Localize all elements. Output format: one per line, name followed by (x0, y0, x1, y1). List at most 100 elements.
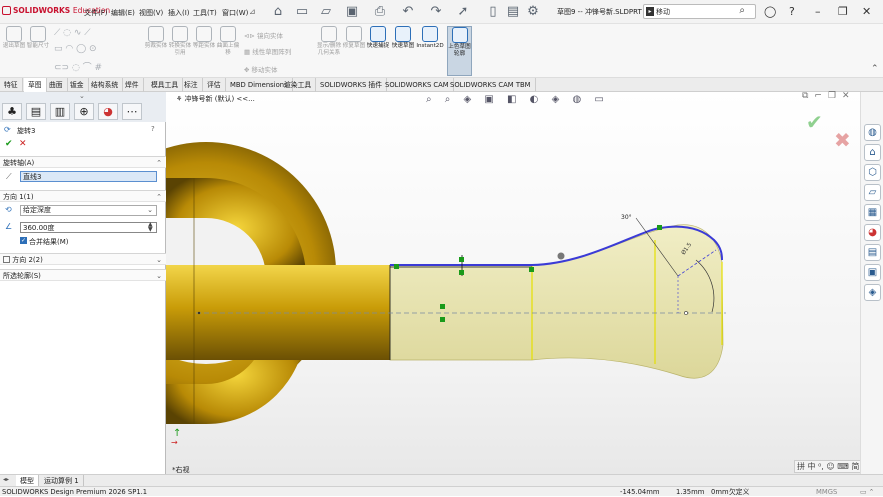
quick-snaps-button[interactable]: 快速捕捉 (366, 26, 390, 50)
dimxpert-tab-icon[interactable]: ⊕ (74, 103, 94, 120)
menu-edit[interactable]: 编辑(E) (111, 8, 135, 18)
tab-3[interactable]: 钣金 (66, 78, 89, 92)
collapse-chevron-icon[interactable]: ⌃ (156, 157, 162, 169)
tab-0[interactable]: 特征 (0, 78, 23, 92)
minimize-icon[interactable]: – (815, 5, 821, 18)
feature-manager-tab-icon[interactable]: ♣ (2, 103, 22, 120)
view-palette-icon[interactable]: ▦ (864, 204, 881, 221)
shaded-sketch-contours-button[interactable]: 上色草图轮廓 (447, 26, 472, 76)
axis-section-header[interactable]: 旋转轴(A) ⌃ (0, 156, 166, 168)
panel-expand-icon[interactable]: ⌄ (79, 92, 85, 100)
file-properties-icon[interactable]: ▤ (505, 4, 521, 20)
file-explorer-icon[interactable]: ▱ (864, 184, 881, 201)
print-icon[interactable]: ⎙ (372, 4, 388, 20)
tab-12[interactable]: SOLIDWORKS CAM (381, 78, 454, 92)
forum-icon[interactable]: ▣ (864, 264, 881, 281)
user-account-icon[interactable]: ◯ (764, 5, 776, 18)
restore-icon[interactable]: ❐ (838, 5, 848, 18)
close-icon[interactable]: ✕ (862, 5, 871, 18)
direction2-checkbox[interactable] (3, 256, 10, 263)
undo-icon[interactable]: ↶ (400, 4, 416, 20)
design-library-icon[interactable]: ⬡ (864, 164, 881, 181)
menu-tools[interactable]: 工具(T) (193, 8, 217, 18)
tab-4[interactable]: 结构系统 (87, 78, 124, 92)
offset-on-surface-button[interactable]: 曲面上偏移 (216, 26, 240, 56)
rebuild-icon[interactable]: ▯ (485, 4, 501, 20)
tab-8[interactable]: 评估 (203, 78, 226, 92)
selected-contours-section-header[interactable]: 所选轮廓(S) ⌄ (0, 269, 166, 281)
property-manager-tab-icon[interactable]: ▤ (26, 103, 46, 120)
end-condition-select[interactable]: 给定深度 ⌄ (20, 205, 157, 216)
exit-sketch-button[interactable]: 退出草图 (2, 26, 26, 50)
help-icon[interactable]: ? (151, 125, 155, 133)
expand-chevron-icon[interactable]: ⌄ (156, 270, 162, 282)
tab-5[interactable]: 焊件 (121, 78, 144, 92)
instant2d-button[interactable]: Instant2D (416, 26, 444, 50)
convert-entities-button[interactable]: 转换实体引用 (168, 26, 192, 56)
solidworks-resources-icon[interactable]: ◍ (864, 124, 881, 141)
angle-dimension-label[interactable]: 30° (621, 214, 632, 221)
direction2-section-header[interactable]: 方向 2(2) ⌄ (0, 253, 166, 265)
ok-check-icon[interactable]: ✔ (5, 139, 13, 149)
save-icon[interactable]: ▣ (344, 4, 360, 20)
model-view[interactable]: 30° Ø1.5 (166, 92, 860, 474)
redo-icon[interactable]: ↷ (428, 4, 444, 20)
menu-view[interactable]: 视图(V) (139, 8, 163, 18)
help-icon[interactable]: ? (789, 5, 795, 18)
tab-11[interactable]: SOLIDWORKS 插件 (316, 78, 388, 92)
select-arrow-icon[interactable]: ➚ (455, 4, 471, 20)
appearances-icon[interactable]: ◕ (864, 224, 881, 241)
collapse-chevron-icon[interactable]: ⌃ (156, 191, 162, 203)
pin-icon[interactable]: ⊿ (249, 7, 256, 16)
tab-1[interactable]: 草图 (24, 78, 47, 92)
menu-insert[interactable]: 插入(I) (168, 8, 190, 18)
confirm-check-icon[interactable]: ✔ (806, 110, 823, 134)
tab-6[interactable]: 模具工具 (147, 78, 184, 92)
sketch-origin-point[interactable] (557, 252, 565, 260)
search-box[interactable]: ▸ 移动 ⌕ (643, 4, 756, 19)
menu-window[interactable]: 窗口(W) (222, 8, 248, 18)
axis-selection-field[interactable] (20, 171, 157, 182)
home-pane-icon[interactable]: ⌂ (864, 144, 881, 161)
open-folder-icon[interactable]: ▱ (318, 4, 334, 20)
slot-tool-icon[interactable]: ⊂⊃ ◌ ⌒ # (54, 60, 102, 73)
custom-properties-icon[interactable]: ▤ (864, 244, 881, 261)
move-entities-button[interactable]: ✥ 移动实体 (244, 64, 278, 74)
tab-2[interactable]: 曲面 (45, 78, 68, 92)
more-tabs-icon[interactable]: ⋯ (122, 103, 142, 120)
display-manager-tab-icon[interactable]: ◕ (98, 103, 118, 120)
line-tool-icon[interactable]: ⟋ ◌ ∿ ⟋ (54, 28, 91, 38)
display-relations-button[interactable]: 显示/删除几何关系 (316, 26, 342, 56)
breadcrumb[interactable]: ⚘ 冲锋号新 (默认) <<... (176, 94, 255, 104)
expand-chevron-icon[interactable]: ⌄ (156, 254, 162, 266)
angle-spinner-icon[interactable]: ▲ ▼ (148, 222, 153, 233)
configuration-manager-tab-icon[interactable]: ▥ (50, 103, 70, 120)
home-icon[interactable]: ⌂ (270, 4, 286, 20)
repair-sketch-button[interactable]: 修复草图 (342, 26, 366, 50)
new-document-icon[interactable]: ▭ (294, 4, 310, 20)
rectangle-tool-icon[interactable]: ▭ ◠ ◯ ⊙ (54, 44, 97, 54)
linear-pattern-button[interactable]: ▦ 线性草图阵列 (244, 46, 291, 56)
search-scope-icon[interactable]: ▸ (646, 7, 654, 16)
cancel-x-icon[interactable]: ✕ (19, 139, 27, 149)
menu-file[interactable]: 文件(F) (84, 8, 108, 18)
options-gear-icon[interactable]: ⚙ (525, 4, 541, 20)
graphics-area[interactable]: 30° Ø1.5 ⚘ 冲锋号新 (默认) <<... ⌕ ⌕ ◈ ▣ ◧ ◐ ◈… (166, 91, 873, 474)
collapse-ribbon-icon[interactable]: ⌃ (871, 64, 879, 74)
tab-10[interactable]: 渲染工具 (280, 78, 317, 92)
confirm-cancel-icon[interactable]: ✖ (834, 128, 851, 152)
search-icon[interactable]: ⌕ (739, 5, 745, 16)
solidworks-apps-icon[interactable]: ◈ (864, 284, 881, 301)
mirror-entities-button[interactable]: ⊲⊳ 镜向实体 (244, 30, 283, 40)
reverse-direction-icon[interactable]: ⟲ (5, 205, 12, 214)
viewport-window-controls[interactable]: ⧉⌐❐✕ (802, 91, 856, 101)
trim-entities-button[interactable]: 剪裁实体 (144, 26, 168, 50)
merge-result-checkbox[interactable]: ✓ (20, 237, 27, 244)
heads-up-view-toolbar[interactable]: ⌕ ⌕ ◈ ▣ ◧ ◐ ◈ ◍ ▭ (426, 94, 609, 105)
search-input[interactable]: 移动 (656, 7, 670, 17)
tab-7[interactable]: 标注 (180, 78, 203, 92)
angle-field[interactable] (20, 222, 157, 233)
tab-13[interactable]: SOLIDWORKS CAM TBM (446, 78, 536, 92)
revolve-preview[interactable] (389, 224, 724, 379)
tab-scroll-icon[interactable]: ◂▸ (3, 476, 9, 483)
